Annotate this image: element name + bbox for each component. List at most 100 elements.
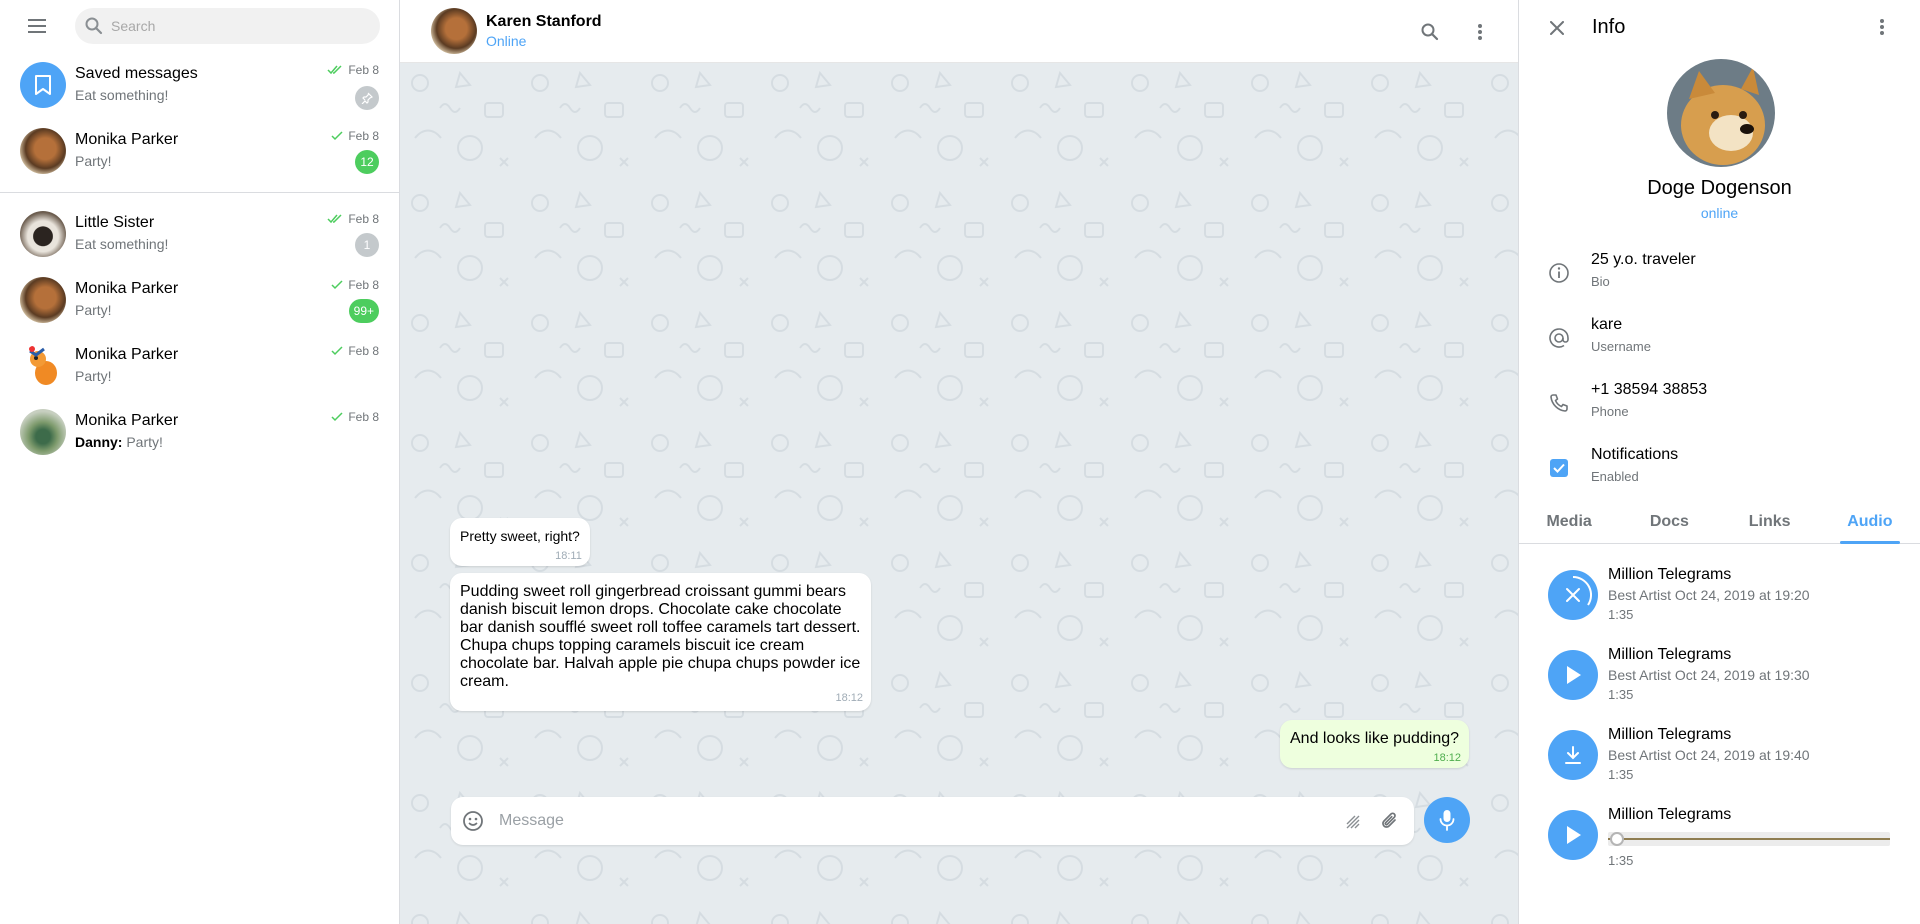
audio-duration: 1:35 <box>1608 853 1634 868</box>
search-input[interactable] <box>111 18 361 34</box>
chat-background-pattern <box>400 63 1518 924</box>
notifications-row[interactable]: Notifications Enabled <box>1519 446 1920 496</box>
chat-list-item[interactable]: Saved messages Eat something! Feb 8 <box>0 52 399 118</box>
tab-links[interactable]: Links <box>1720 505 1820 543</box>
avatar <box>20 409 66 455</box>
notifications-value: Notifications <box>1591 446 1679 463</box>
profile-photo[interactable] <box>1667 59 1775 167</box>
bio-label: Bio <box>1591 274 1610 289</box>
chat-list-sidebar: Saved messages Eat something! Feb 8 Moni… <box>0 0 400 924</box>
info-panel: Info Doge Dogenson online 25 y.o. travel… <box>1518 0 1920 924</box>
bot-command-icon[interactable] <box>1341 809 1365 833</box>
messenger-app: Saved messages Eat something! Feb 8 Moni… <box>0 0 1920 924</box>
incoming-message[interactable]: Pudding sweet roll gingerbread croissant… <box>450 573 871 711</box>
check-icon <box>331 131 343 141</box>
panel-title: Info <box>1592 16 1626 38</box>
pinned-divider <box>0 192 399 193</box>
avatar <box>20 277 66 323</box>
audio-item[interactable]: Million Telegrams 1:35 <box>1519 796 1920 868</box>
chat-last-message: Party! <box>75 302 112 318</box>
more-vertical-icon[interactable] <box>1468 20 1492 44</box>
tab-audio[interactable]: Audio <box>1820 505 1920 544</box>
audio-duration: 1:35 <box>1608 687 1634 702</box>
avatar <box>20 211 66 257</box>
chat-name: Monika Parker <box>75 346 179 363</box>
username-row[interactable]: kare Username <box>1519 316 1920 366</box>
bookmark-icon <box>35 75 51 95</box>
chat-last-message: Eat something! <box>75 87 169 103</box>
avatar <box>20 128 66 174</box>
seek-track <box>1608 838 1890 840</box>
chat-date: Feb 8 <box>348 410 379 424</box>
chat-date: Feb 8 <box>348 63 379 77</box>
hamburger-menu-icon[interactable] <box>26 14 50 38</box>
tab-media[interactable]: Media <box>1519 505 1619 543</box>
cancel-download-button[interactable] <box>1548 570 1598 620</box>
chat-list-item[interactable]: Monika Parker Party! Feb 8 <box>0 333 399 399</box>
chat-list-item[interactable]: Monika Parker Danny: Party! Feb 8 <box>0 399 399 465</box>
audio-title: Million Telegrams <box>1608 646 1732 663</box>
info-icon <box>1547 261 1571 285</box>
microphone-icon <box>1439 810 1455 831</box>
phone-label: Phone <box>1591 404 1629 419</box>
search-icon[interactable] <box>1418 20 1442 44</box>
play-button[interactable] <box>1548 650 1598 700</box>
phone-icon <box>1547 391 1571 415</box>
phone-row[interactable]: +1 38594 38853 Phone <box>1519 381 1920 431</box>
chat-title[interactable]: Karen Stanford <box>486 13 602 31</box>
notifications-label: Enabled <box>1591 469 1639 484</box>
incoming-message[interactable]: Pretty sweet, right? 18:11 <box>450 518 590 566</box>
close-icon[interactable] <box>1545 16 1569 40</box>
message-input[interactable] <box>499 812 1319 830</box>
chat-date: Feb 8 <box>348 129 379 143</box>
seek-handle[interactable] <box>1610 832 1624 846</box>
search-box[interactable] <box>75 8 380 44</box>
message-text: Pudding sweet roll gingerbread croissant… <box>460 583 861 690</box>
chat-name: Saved messages <box>75 65 198 82</box>
chat-last-message: Danny: Party! <box>75 434 163 450</box>
chat-last-message: Party! <box>75 368 112 384</box>
message-sender: Danny: <box>75 434 123 450</box>
audio-item[interactable]: Million Telegrams Best Artist Oct 24, 20… <box>1519 716 1920 786</box>
chat-date: Feb 8 <box>348 278 379 292</box>
more-vertical-icon[interactable] <box>1870 15 1894 39</box>
audio-item[interactable]: Million Telegrams Best Artist Oct 24, 20… <box>1519 636 1920 706</box>
chat-last-message: Eat something! <box>75 236 169 252</box>
avatar <box>20 62 66 108</box>
double-check-icon <box>327 65 342 75</box>
profile-status: online <box>1700 205 1739 221</box>
chat-date: Feb 8 <box>348 212 379 226</box>
message-composer <box>451 797 1414 845</box>
audio-title: Million Telegrams <box>1608 806 1732 823</box>
microphone-button[interactable] <box>1424 797 1470 843</box>
outgoing-message[interactable]: And looks like pudding? 18:12 <box>1280 720 1470 768</box>
username-value: kare <box>1591 316 1623 333</box>
avatar[interactable] <box>431 8 477 54</box>
chat-name: Monika Parker <box>75 131 179 148</box>
audio-item[interactable]: Million Telegrams Best Artist Oct 24, 20… <box>1519 556 1920 626</box>
emoji-icon[interactable] <box>461 809 485 833</box>
audio-title: Million Telegrams <box>1608 726 1732 743</box>
checkbox-icon[interactable] <box>1547 456 1571 480</box>
chat-header: Karen Stanford Online <box>400 0 1518 63</box>
chat-list-item[interactable]: Monika Parker Party! Feb 8 12 <box>0 118 399 184</box>
unread-badge: 12 <box>355 150 379 174</box>
download-icon <box>1565 746 1581 764</box>
play-button[interactable] <box>1548 810 1598 860</box>
message-text: And looks like pudding? <box>1290 730 1460 747</box>
message-time: 18:12 <box>835 692 863 704</box>
tab-docs[interactable]: Docs <box>1619 505 1719 543</box>
pin-badge <box>355 86 379 110</box>
audio-seek-bar[interactable] <box>1608 832 1890 846</box>
chat-date: Feb 8 <box>348 344 379 358</box>
audio-title: Million Telegrams <box>1608 566 1732 583</box>
chat-list-item[interactable]: Monika Parker Party! Feb 8 99+ <box>0 267 399 333</box>
download-button[interactable] <box>1548 730 1598 780</box>
profile-name: Doge Dogenson <box>1647 177 1792 199</box>
chat-list-item[interactable]: Little Sister Eat something! Feb 8 1 <box>0 201 399 267</box>
message-text: Party! <box>126 434 163 450</box>
pin-icon <box>361 92 373 104</box>
double-check-icon <box>327 214 342 224</box>
attach-icon[interactable] <box>1378 809 1402 833</box>
bio-value: 25 y.o. traveler <box>1591 251 1696 268</box>
